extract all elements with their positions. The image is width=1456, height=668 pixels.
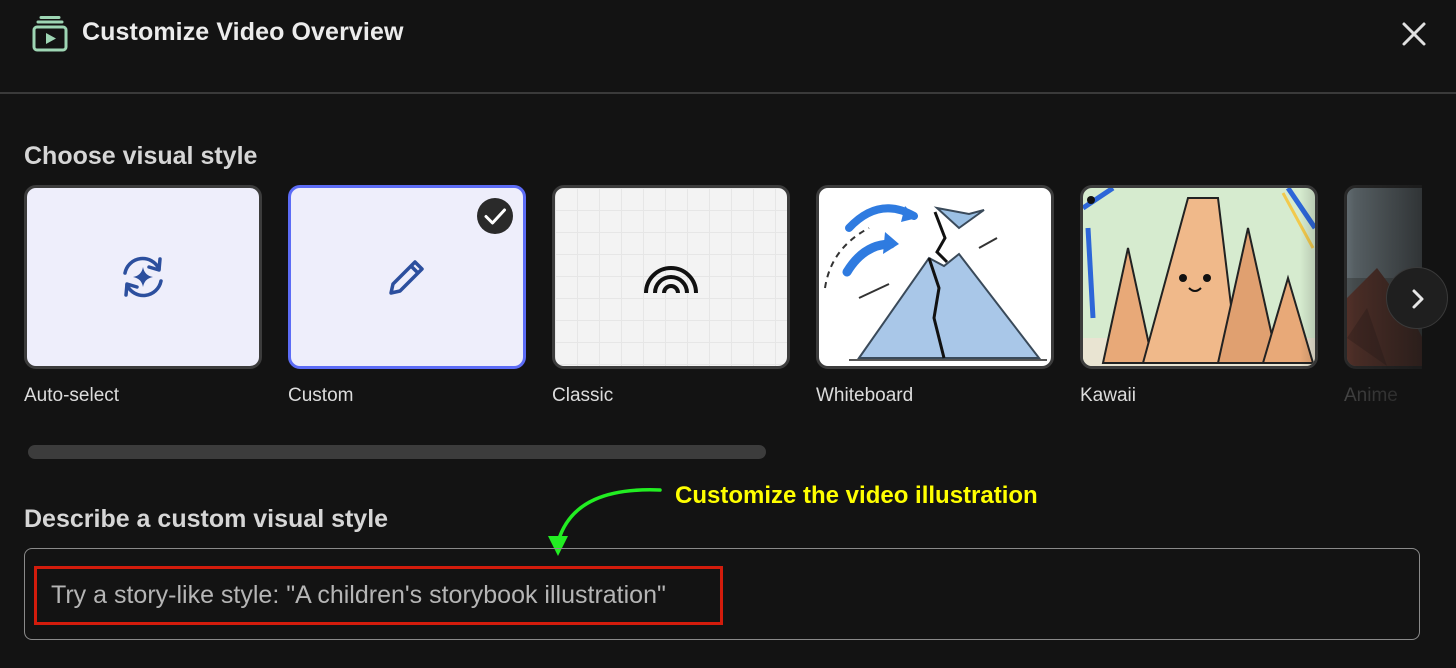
style-label: Whiteboard xyxy=(816,385,914,406)
carousel-scrollbar[interactable] xyxy=(28,445,766,459)
style-option-whiteboard[interactable]: Whiteboard xyxy=(816,185,1054,407)
video-library-icon xyxy=(32,16,68,52)
style-label: Classic xyxy=(552,385,614,406)
annotation-label: Customize the video illustration xyxy=(675,482,1038,509)
style-option-classic[interactable]: Classic xyxy=(552,185,790,407)
whiteboard-thumbnail xyxy=(824,204,1047,361)
close-icon[interactable] xyxy=(1396,16,1432,52)
style-label: Auto-select xyxy=(24,385,120,406)
dialog-title: Customize Video Overview xyxy=(82,18,404,46)
kawaii-thumbnail xyxy=(1083,188,1315,366)
visual-style-heading: Choose visual style xyxy=(24,142,258,170)
style-label: Anime xyxy=(1344,385,1398,406)
rainbow-arcs-icon xyxy=(644,266,698,294)
chevron-right-icon xyxy=(1412,289,1424,309)
style-option-auto-select[interactable]: Auto-select xyxy=(24,185,262,407)
style-card[interactable] xyxy=(816,185,1054,369)
style-card[interactable] xyxy=(552,185,790,369)
pencil-icon xyxy=(389,260,424,295)
checkmark-icon xyxy=(477,198,513,234)
annotation-highlight-box xyxy=(34,566,723,625)
style-label: Kawaii xyxy=(1080,385,1136,406)
style-card[interactable] xyxy=(1080,185,1318,369)
style-card[interactable] xyxy=(24,185,262,369)
style-carousel: Auto-select Custom Classic Whiteboard Ka… xyxy=(24,185,1422,465)
style-label: Custom xyxy=(288,385,354,406)
carousel-next-button[interactable] xyxy=(1386,267,1448,329)
auto-select-sparkle-icon xyxy=(123,256,163,298)
style-option-custom[interactable]: Custom xyxy=(288,185,526,407)
style-option-kawaii[interactable]: Kawaii xyxy=(1080,185,1318,407)
dialog-header: Customize Video Overview xyxy=(0,0,1456,94)
custom-style-heading: Describe a custom visual style xyxy=(24,505,389,533)
style-card-selected[interactable] xyxy=(288,185,526,369)
